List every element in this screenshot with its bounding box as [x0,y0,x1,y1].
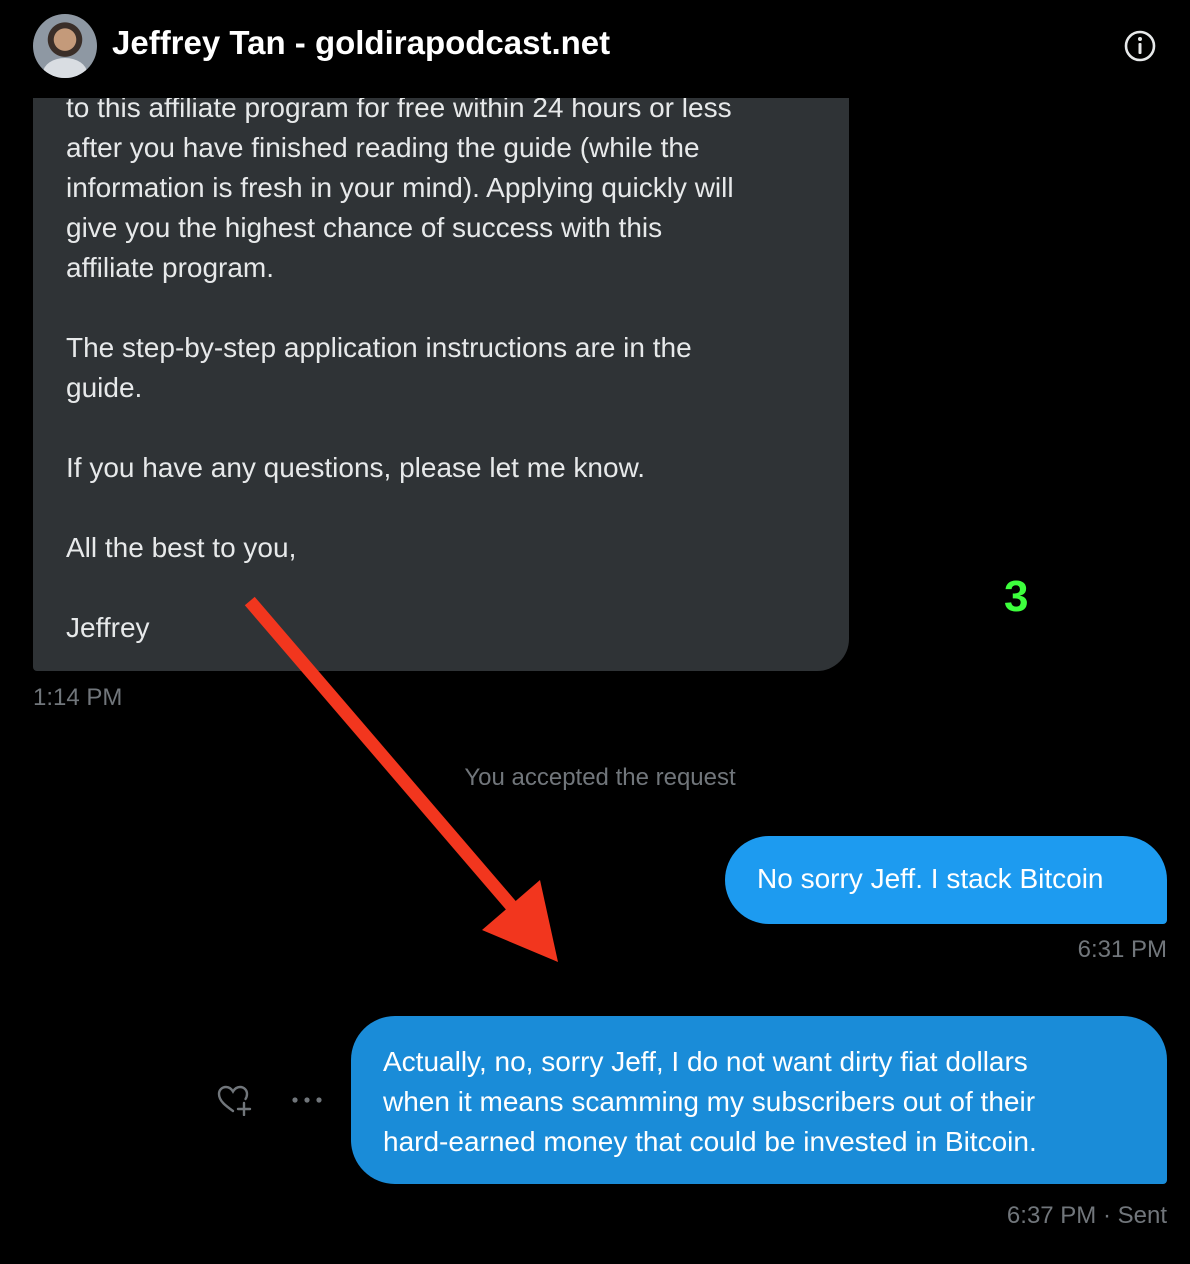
conversation-title[interactable]: Jeffrey Tan - goldirapodcast.net [112,24,610,62]
avatar[interactable] [33,14,97,78]
outgoing-message-bubble[interactable]: Actually, no, sorry Jeff, I do not want … [351,1016,1167,1184]
incoming-message-bubble[interactable]: to this affiliate program for free withi… [33,40,849,671]
incoming-message-time: 1:14 PM [33,684,123,711]
more-horizontal-icon[interactable] [290,1094,324,1106]
outgoing-message-bubble[interactable]: No sorry Jeff. I stack Bitcoin [725,836,1167,924]
heart-plus-icon[interactable] [216,1084,252,1116]
incoming-message-text: to this affiliate program for free withi… [66,92,734,643]
outgoing-message-time: 6:37 PM · Sent [1006,1202,1167,1229]
system-notice: You accepted the request [464,764,736,791]
avatar-shirt [43,58,87,78]
outgoing-message-time: 6:31 PM [1077,936,1167,963]
annotation-number: 3 [1004,572,1029,621]
info-icon[interactable] [1124,30,1156,62]
conversation-header: Jeffrey Tan - goldirapodcast.net [0,0,1190,98]
